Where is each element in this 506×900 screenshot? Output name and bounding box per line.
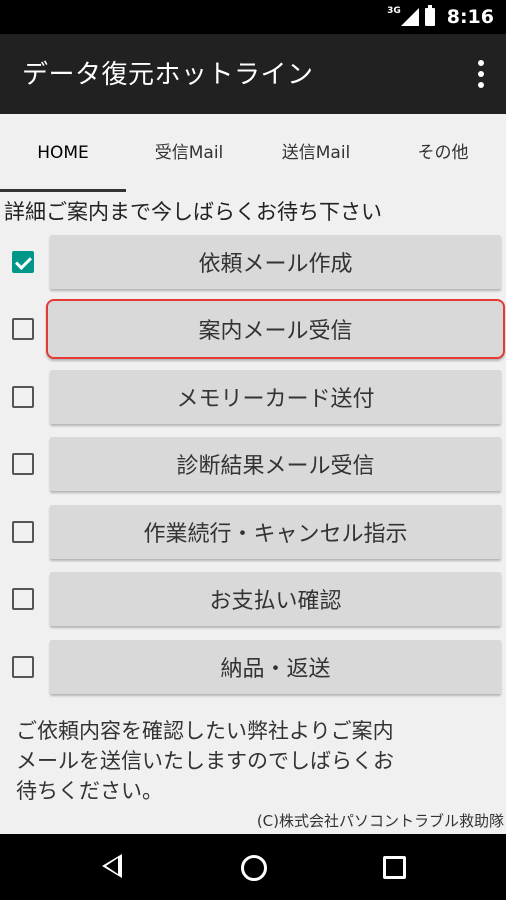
note-line: メールを送信いたしますのでしばらくお bbox=[16, 749, 394, 773]
step-button[interactable]: お支払い確認 bbox=[50, 572, 501, 626]
tab-indicator bbox=[0, 189, 126, 192]
step-button[interactable]: 作業続行・キャンセル指示 bbox=[50, 505, 501, 559]
note-line: ご依頼内容を確認したい弊社よりご案内 bbox=[16, 719, 394, 743]
status-bar: 3G 8:16 bbox=[0, 0, 506, 34]
step-row: 依頼メール作成 bbox=[0, 235, 506, 291]
note-line: 待ちください。 bbox=[16, 779, 163, 803]
step-row: 作業続行・キャンセル指示 bbox=[0, 505, 506, 561]
step-button[interactable]: 案内メール受信 bbox=[46, 299, 505, 359]
tab-sent-mail[interactable]: 送信Mail bbox=[252, 114, 380, 192]
step-row: お支払い確認 bbox=[0, 572, 506, 628]
tab-received-mail[interactable]: 受信Mail bbox=[126, 114, 252, 192]
clock: 8:16 bbox=[446, 6, 494, 28]
tab-bar: HOME 受信Mail 送信Mail その他 bbox=[0, 114, 506, 192]
step-row: 診断結果メール受信 bbox=[0, 437, 506, 493]
step-checkbox[interactable] bbox=[12, 251, 34, 273]
step-row: 納品・返送 bbox=[0, 640, 506, 696]
step-row: 案内メール受信 bbox=[0, 299, 506, 359]
step-checkbox[interactable] bbox=[12, 521, 34, 543]
step-button[interactable]: 診断結果メール受信 bbox=[50, 437, 501, 491]
copyright: (C)株式会社パソコントラブル救助隊 bbox=[256, 812, 504, 830]
step-checkbox[interactable] bbox=[12, 318, 34, 340]
step-button[interactable]: 依頼メール作成 bbox=[50, 235, 501, 289]
network-type: 3G bbox=[387, 6, 401, 16]
tab-other[interactable]: その他 bbox=[380, 114, 506, 192]
step-button[interactable]: メモリーカード送付 bbox=[50, 370, 501, 424]
step-button[interactable]: 納品・返送 bbox=[50, 640, 501, 694]
nav-bar bbox=[0, 834, 506, 900]
info-message: 詳細ご案内まで今しばらくお待ち下さい bbox=[4, 200, 382, 224]
step-checkbox[interactable] bbox=[12, 588, 34, 610]
signal-icon bbox=[400, 8, 419, 26]
back-icon[interactable] bbox=[102, 854, 122, 878]
step-row: メモリーカード送付 bbox=[0, 370, 506, 426]
step-checkbox[interactable] bbox=[12, 453, 34, 475]
step-checkbox[interactable] bbox=[12, 656, 34, 678]
home-icon[interactable] bbox=[241, 855, 267, 881]
overflow-menu-icon[interactable] bbox=[478, 60, 484, 88]
battery-icon bbox=[424, 5, 435, 26]
app-bar: データ復元ホットライン bbox=[0, 34, 506, 114]
recent-apps-icon[interactable] bbox=[383, 856, 406, 879]
step-checkbox[interactable] bbox=[12, 386, 34, 408]
note-text: ご依頼内容を確認したい弊社よりご案内 メールを送信いたしますのでしばらくお 待ち… bbox=[16, 716, 496, 806]
app-title: データ復元ホットライン bbox=[22, 60, 314, 90]
tab-home[interactable]: HOME bbox=[0, 114, 126, 192]
